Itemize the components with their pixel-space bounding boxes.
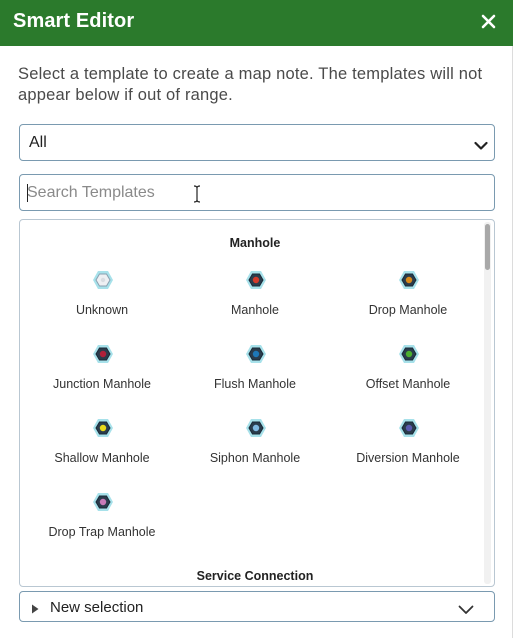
template-item[interactable]: Diversion Manhole: [332, 418, 484, 478]
template-label: Drop Manhole: [368, 303, 448, 317]
template-item[interactable]: Flush Manhole: [179, 344, 331, 404]
template-label: Offset Manhole: [365, 377, 451, 391]
template-label: Flush Manhole: [214, 377, 296, 391]
caret-right-icon: [31, 601, 39, 619]
template-list[interactable]: Manhole Unknown Manhole Drop Manhole Junctio…: [19, 219, 495, 587]
chevron-down-icon: [474, 138, 488, 156]
template-label: Shallow Manhole: [54, 451, 150, 465]
text-caret: [27, 184, 28, 202]
manhole-symbol-icon: [93, 345, 113, 363]
smart-editor-panel: Smart Editor Select a template to create…: [0, 0, 513, 638]
group-title: Manhole: [229, 236, 281, 250]
template-item[interactable]: Junction Manhole: [26, 344, 178, 404]
scrollbar-track[interactable]: [484, 222, 491, 584]
manhole-symbol-icon: [246, 345, 266, 363]
panel-title: Smart Editor: [13, 10, 135, 32]
template-item[interactable]: Shallow Manhole: [26, 418, 178, 478]
new-selection-label: New selection: [50, 599, 144, 616]
template-filter-value: All: [29, 134, 47, 151]
manhole-symbol-icon: [246, 419, 266, 437]
close-icon[interactable]: [479, 12, 499, 32]
template-filter-select[interactable]: All: [19, 124, 495, 161]
chevron-down-icon: [458, 602, 474, 620]
intro-text: Select a template to create a map note. …: [18, 65, 483, 104]
search-box[interactable]: [19, 174, 495, 211]
manhole-symbol-icon: [93, 419, 113, 437]
template-label: Siphon Manhole: [209, 451, 301, 465]
ibeam-cursor-icon: [193, 185, 201, 203]
manhole-symbol-icon: [399, 345, 419, 363]
manhole-symbol-icon: [93, 493, 113, 511]
template-label: Unknown: [75, 303, 129, 317]
panel-header: Smart Editor: [0, 0, 513, 46]
template-item[interactable]: Siphon Manhole: [179, 418, 331, 478]
search-input[interactable]: [27, 176, 487, 209]
template-item[interactable]: Offset Manhole: [332, 344, 484, 404]
manhole-symbol-icon: [246, 271, 266, 289]
template-label: Junction Manhole: [53, 377, 151, 391]
template-label: Manhole: [231, 303, 279, 317]
new-selection-toggle[interactable]: New selection: [19, 591, 495, 622]
template-label: Diversion Manhole: [356, 451, 460, 465]
template-item[interactable]: Drop Manhole: [332, 270, 484, 330]
template-item[interactable]: Manhole: [179, 270, 331, 330]
manhole-symbol-icon: [399, 419, 419, 437]
manhole-symbol-icon: [399, 271, 419, 289]
template-label: Drop Trap Manhole: [48, 525, 156, 539]
template-item[interactable]: Drop Trap Manhole: [26, 492, 178, 552]
group-title: Service Connection: [196, 569, 314, 583]
template-item[interactable]: Unknown: [26, 270, 178, 330]
manhole-symbol-icon: [93, 271, 113, 289]
